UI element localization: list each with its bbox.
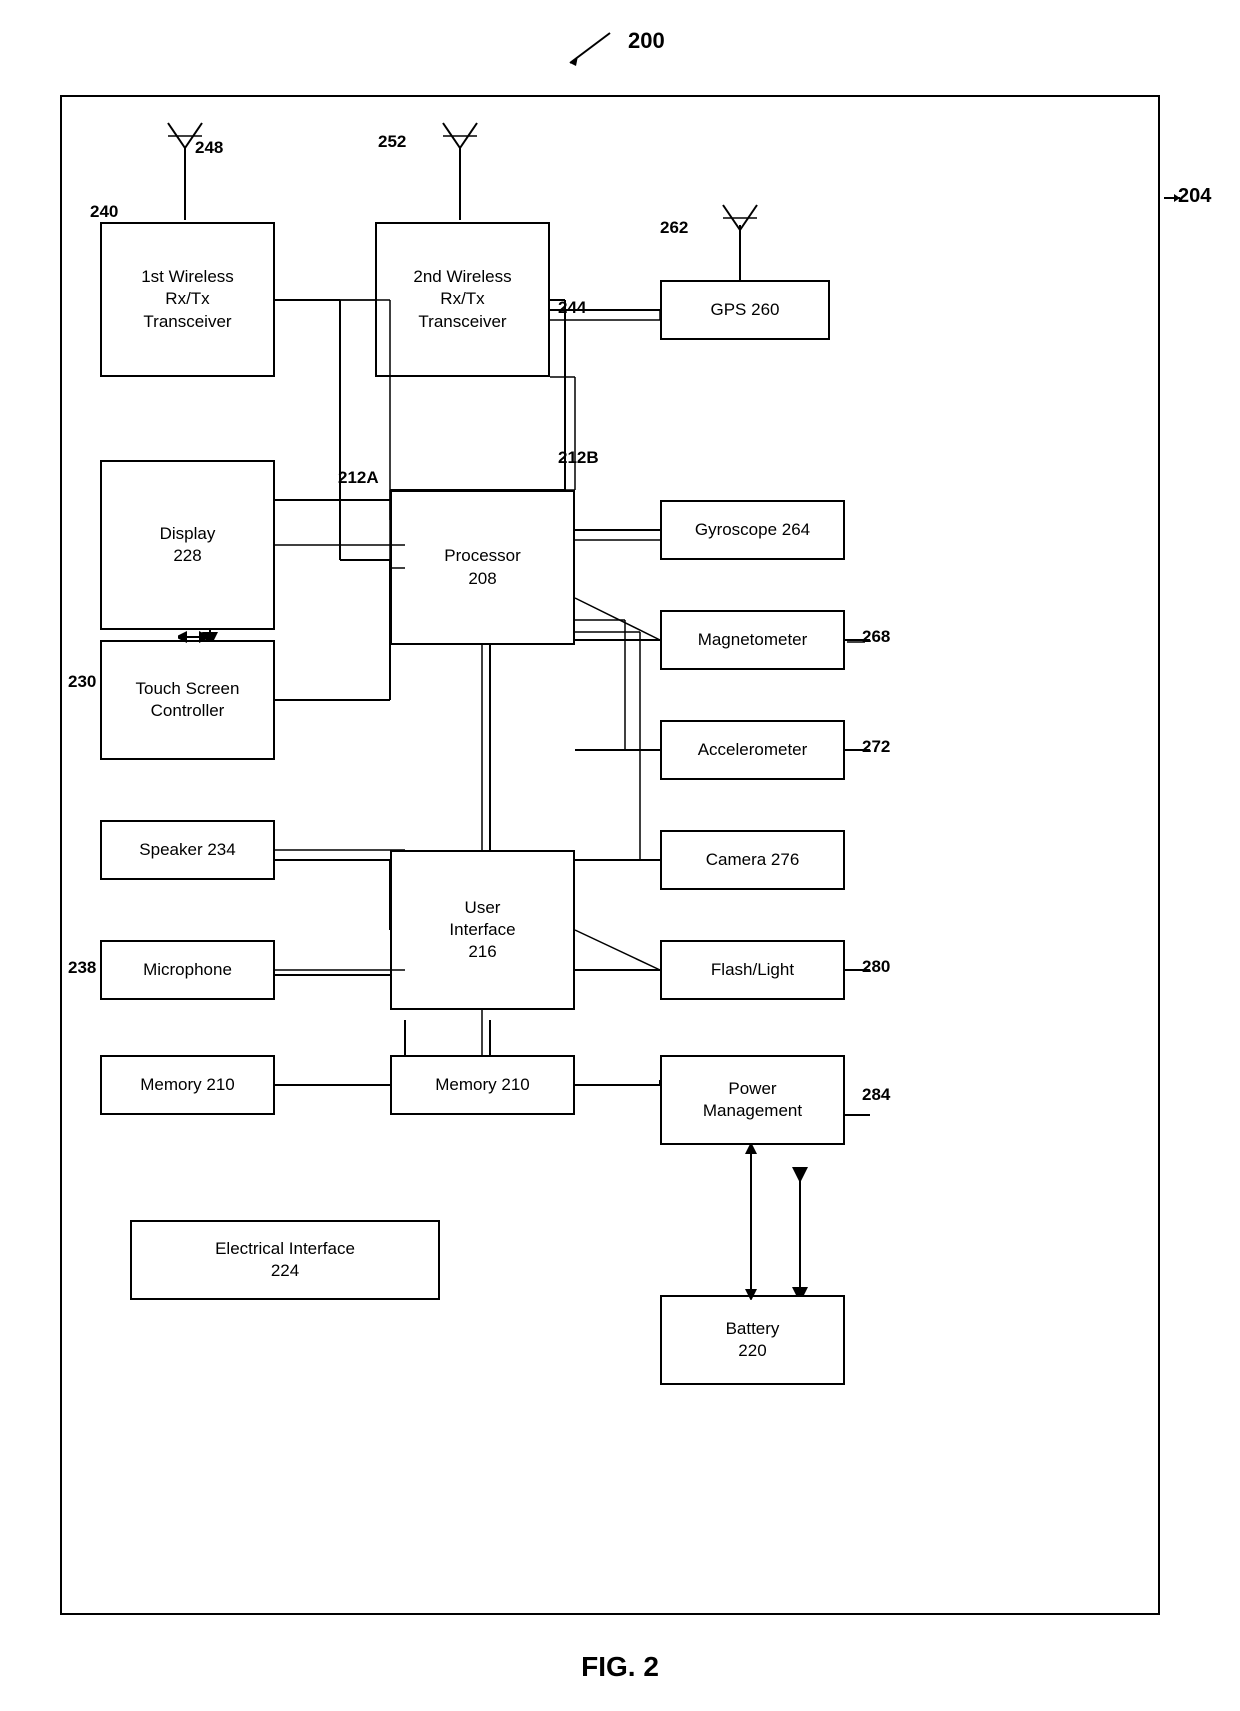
ref-248: 248 xyxy=(195,138,223,158)
diagram-title-ref: 200 xyxy=(560,28,665,68)
processor-box: Processor208 xyxy=(390,490,575,645)
power-management-label: PowerManagement xyxy=(703,1078,802,1122)
gps-label: GPS 260 xyxy=(711,299,780,321)
display-box: Display228 xyxy=(100,460,275,630)
magnetometer-label: Magnetometer xyxy=(698,629,808,651)
wireless1-label: 1st WirelessRx/TxTransceiver xyxy=(141,266,234,332)
ref-280: 280 xyxy=(862,957,890,977)
display-touch-arrow xyxy=(178,630,208,645)
power-management-box: PowerManagement xyxy=(660,1055,845,1145)
ref-204: 204 xyxy=(1178,185,1211,208)
wireless2-label: 2nd WirelessRx/TxTransceiver xyxy=(413,266,511,332)
magnetometer-box: Magnetometer xyxy=(660,610,845,670)
gyroscope-box: Gyroscope 264 xyxy=(660,500,845,560)
battery-label: Battery220 xyxy=(726,1318,780,1362)
touch-screen-label: Touch ScreenController xyxy=(136,678,240,722)
electrical-interface-box: Electrical Interface224 xyxy=(130,1220,440,1300)
camera-label: Camera 276 xyxy=(706,849,800,871)
ref-262: 262 xyxy=(660,218,688,238)
microphone-label: Microphone xyxy=(143,959,232,981)
memory-center-label: Memory 210 xyxy=(435,1074,529,1096)
ref-244: 244 xyxy=(558,298,586,318)
speaker-label: Speaker 234 xyxy=(139,839,235,861)
antenna-252 xyxy=(433,118,488,176)
fig-label: FIG. 2 xyxy=(581,1651,659,1683)
ref-284: 284 xyxy=(862,1085,890,1105)
ref-252-label: 252 xyxy=(378,132,406,152)
ref-240: 240 xyxy=(90,202,118,222)
ref-268-line xyxy=(847,635,867,650)
electrical-interface-label: Electrical Interface224 xyxy=(215,1238,355,1282)
memory-center-box: Memory 210 xyxy=(390,1055,575,1115)
ref-200: 200 xyxy=(628,28,665,54)
flash-light-box: Flash/Light xyxy=(660,940,845,1000)
wireless2-box: 2nd WirelessRx/TxTransceiver xyxy=(375,222,550,377)
user-interface-box: UserInterface216 xyxy=(390,850,575,1010)
microphone-box: Microphone xyxy=(100,940,275,1000)
ref-230: 230 xyxy=(68,672,96,692)
ref-238: 238 xyxy=(68,958,96,978)
gyroscope-label: Gyroscope 264 xyxy=(695,519,810,541)
ref-212b: 212B xyxy=(558,448,599,468)
battery-box: Battery220 xyxy=(660,1295,845,1385)
flash-light-label: Flash/Light xyxy=(711,959,794,981)
gps-box: GPS 260 xyxy=(660,280,830,340)
antenna-262 xyxy=(713,200,768,258)
memory-left-box: Memory 210 xyxy=(100,1055,275,1115)
page: 200 204 xyxy=(0,0,1240,1711)
speaker-box: Speaker 234 xyxy=(100,820,275,880)
display-label: Display228 xyxy=(160,523,216,567)
touch-screen-box: Touch ScreenController xyxy=(100,640,275,760)
ref-272: 272 xyxy=(862,737,890,757)
accelerometer-label: Accelerometer xyxy=(698,739,808,761)
user-interface-label: UserInterface216 xyxy=(449,897,515,963)
accelerometer-box: Accelerometer xyxy=(660,720,845,780)
pm-battery-arrow xyxy=(736,1145,766,1300)
ref-212a: 212A xyxy=(338,468,379,488)
wireless1-box: 1st WirelessRx/TxTransceiver xyxy=(100,222,275,377)
processor-label: Processor208 xyxy=(444,545,521,589)
camera-box: Camera 276 xyxy=(660,830,845,890)
memory-left-label: Memory 210 xyxy=(140,1074,234,1096)
